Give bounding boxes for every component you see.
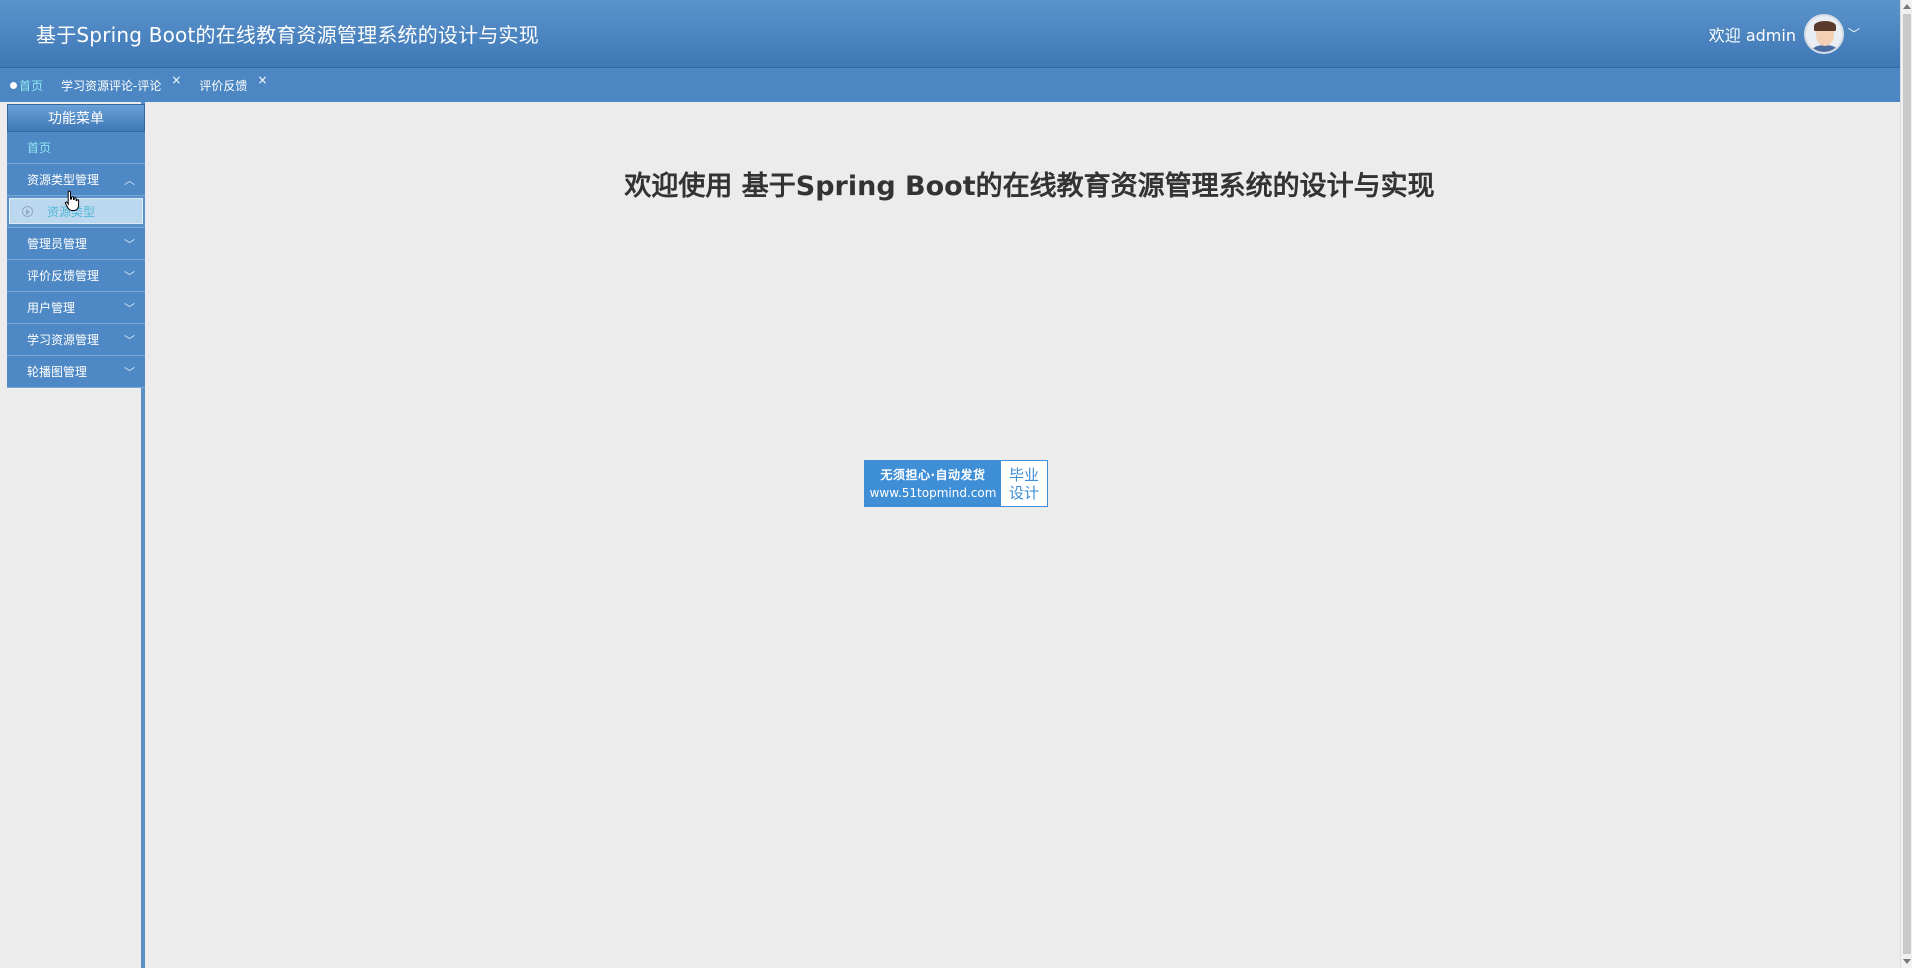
sidebar: 功能菜单 首页 资源类型管理 ︿ 资源类型 管理员管理 ﹀ 评价反馈管理 ﹀ 用…	[0, 102, 145, 968]
sidebar-item-carousel-mgmt[interactable]: 轮播图管理 ﹀	[7, 356, 145, 388]
chevron-down-icon: ﹀	[124, 301, 135, 315]
watermark-badge: 无须担心·自动发货 www.51topmind.com 毕业 设计	[864, 460, 1048, 507]
sidebar-item-label: 管理员管理	[27, 237, 88, 251]
user-menu[interactable]: 欢迎 admin ﹀	[1708, 13, 1860, 54]
sidebar-item-label: 评价反馈管理	[27, 269, 100, 283]
tab-label: 首页	[19, 78, 44, 93]
app-window: 基于Spring Boot的在线教育资源管理系统的设计与实现 欢迎 admin …	[0, 0, 1912, 968]
hand-cursor-icon	[64, 190, 80, 211]
tab-resource-comment[interactable]: 学习资源评论-评论 ×	[61, 73, 181, 94]
scroll-up-icon[interactable]	[1903, 4, 1911, 9]
chevron-down-icon: ﹀	[124, 269, 135, 283]
tab-feedback[interactable]: 评价反馈 ×	[199, 73, 267, 94]
avatar-shirt	[1810, 44, 1839, 52]
badge-right-line1: 毕业	[1008, 465, 1039, 484]
avatar-hair	[1813, 20, 1836, 31]
scroll-down-icon[interactable]	[1903, 959, 1911, 964]
chevron-up-icon: ︿	[124, 173, 135, 187]
badge-right-line2: 设计	[1008, 483, 1039, 502]
badge-left: 无须担心·自动发货 www.51topmind.com	[865, 461, 1001, 506]
tab-label: 学习资源评论-评论	[61, 78, 162, 93]
vertical-scrollbar[interactable]	[1900, 0, 1912, 968]
tab-label: 评价反馈	[199, 78, 248, 93]
chevron-down-icon: ﹀	[124, 333, 135, 347]
main-content: 欢迎使用 基于Spring Boot的在线教育资源管理系统的设计与实现 无须担心…	[149, 102, 1900, 968]
avatar[interactable]	[1803, 13, 1844, 54]
sidebar-item-feedback-mgmt[interactable]: 评价反馈管理 ﹀	[7, 260, 145, 292]
sidebar-item-learning-resource-mgmt[interactable]: 学习资源管理 ﹀	[7, 324, 145, 356]
sidebar-item-home[interactable]: 首页	[7, 132, 145, 164]
tab-bar: 首页 学习资源评论-评论 × 评价反馈 ×	[0, 68, 1900, 102]
active-dot-icon	[10, 81, 17, 89]
welcome-text: 欢迎 admin	[1708, 25, 1796, 45]
sidebar-item-label: 用户管理	[27, 301, 76, 315]
close-icon[interactable]: ×	[257, 73, 267, 87]
chevron-down-icon: ﹀	[124, 365, 135, 379]
sidebar-item-user-mgmt[interactable]: 用户管理 ﹀	[7, 292, 145, 324]
tab-home[interactable]: 首页	[10, 77, 43, 94]
sidebar-item-label: 首页	[27, 141, 52, 155]
menu-title: 功能菜单	[7, 104, 145, 132]
sidebar-item-label: 资源类型管理	[27, 173, 100, 187]
top-header: 基于Spring Boot的在线教育资源管理系统的设计与实现 欢迎 admin …	[0, 0, 1900, 68]
sidebar-item-label: 学习资源管理	[27, 333, 100, 347]
badge-slogan: 无须担心·自动发货	[880, 467, 986, 482]
scroll-thumb[interactable]	[1903, 14, 1911, 954]
sidebar-item-label: 轮播图管理	[27, 365, 88, 379]
badge-url: www.51topmind.com	[869, 485, 997, 500]
play-circle-icon	[22, 205, 33, 217]
chevron-down-icon: ﹀	[124, 237, 135, 251]
app-title: 基于Spring Boot的在线教育资源管理系统的设计与实现	[36, 23, 539, 47]
function-menu: 功能菜单 首页 资源类型管理 ︿ 资源类型 管理员管理 ﹀ 评价反馈管理 ﹀ 用…	[7, 104, 145, 388]
chevron-down-icon[interactable]: ﹀	[1848, 25, 1860, 42]
welcome-heading: 欢迎使用 基于Spring Boot的在线教育资源管理系统的设计与实现	[624, 171, 1435, 202]
badge-right: 毕业 设计	[1001, 461, 1047, 506]
sidebar-item-admin-mgmt[interactable]: 管理员管理 ﹀	[7, 228, 145, 260]
close-icon[interactable]: ×	[171, 73, 181, 87]
